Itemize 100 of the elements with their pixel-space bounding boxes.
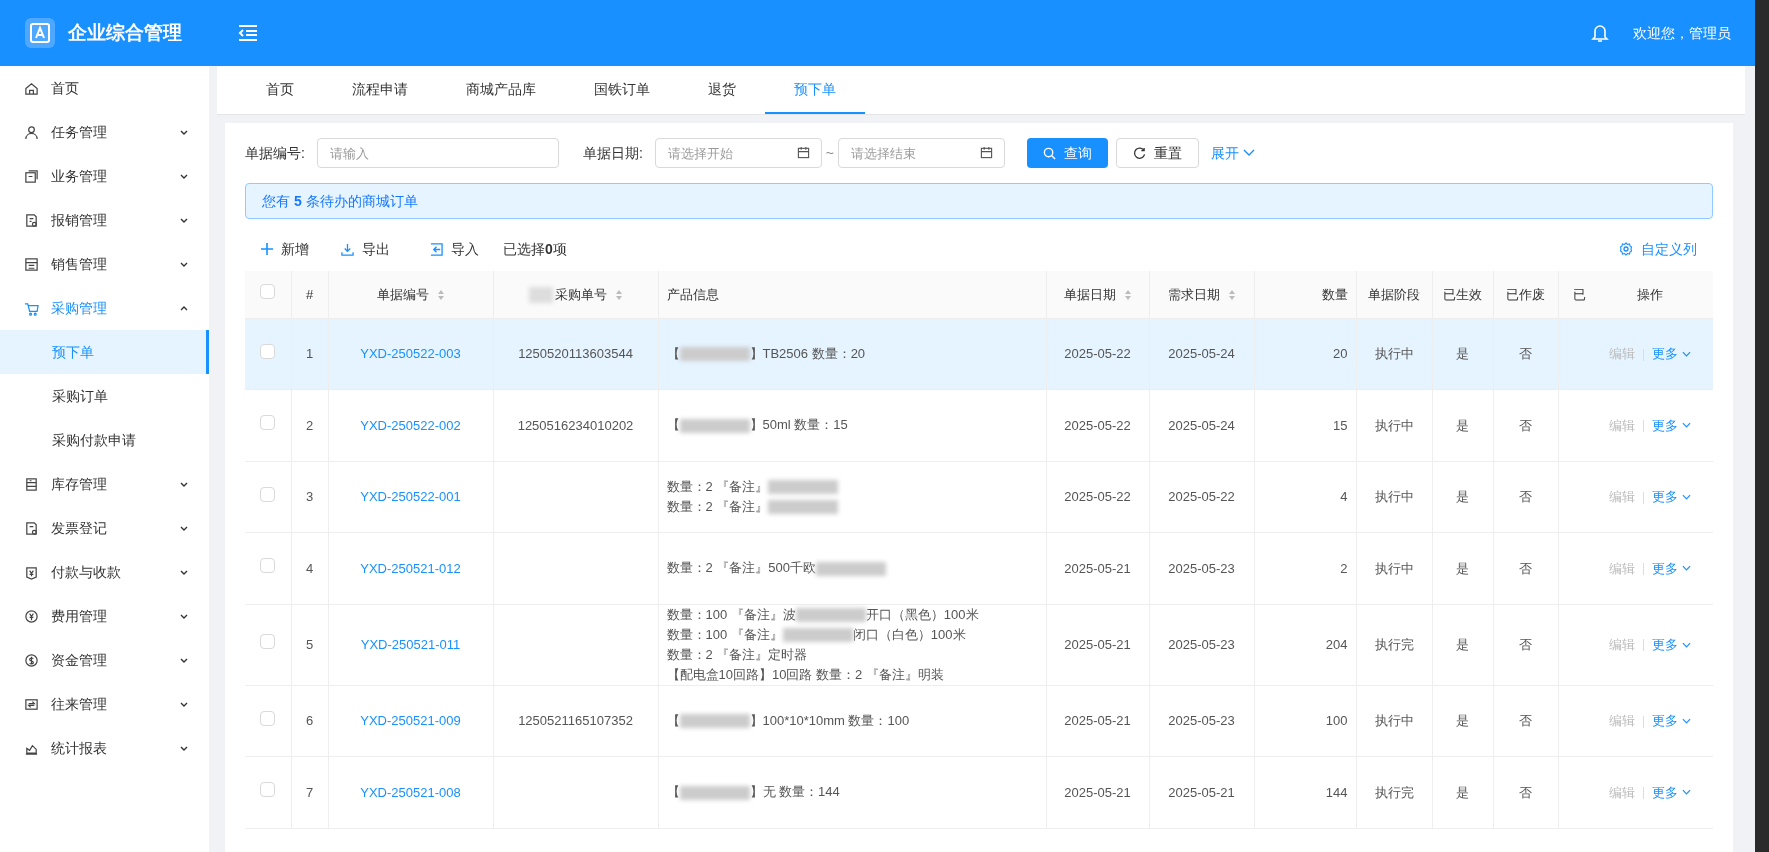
chevron-down-icon: [1681, 717, 1691, 724]
chevron-down-icon: [1681, 641, 1691, 648]
menu-icon: [24, 80, 39, 96]
sort-icon[interactable]: [1227, 289, 1236, 302]
sidebar-item[interactable]: 库存管理: [0, 462, 209, 506]
checkbox[interactable]: [260, 782, 276, 797]
app-title: 企业综合管理: [68, 20, 182, 45]
table-cell: 执行完: [1374, 784, 1414, 800]
chevron-down-icon: [1681, 493, 1691, 500]
tab[interactable]: 流程申请: [323, 66, 437, 114]
table-cell: 否: [1519, 417, 1532, 433]
plus-icon: [261, 243, 273, 255]
calendar-icon: [796, 146, 810, 159]
menu-fold-icon[interactable]: [237, 24, 259, 42]
reload-icon: [1132, 146, 1146, 160]
menu-icon: [24, 608, 39, 624]
table-cell: 144: [1325, 784, 1348, 800]
sort-icon[interactable]: [614, 289, 623, 302]
sidebar-item[interactable]: 往来管理: [0, 682, 209, 726]
sidebar-item[interactable]: 费用管理: [0, 594, 209, 638]
search-icon: [1042, 146, 1056, 160]
input-field[interactable]: 请输入: [316, 138, 559, 168]
column-header[interactable]: 单据阶段: [1368, 286, 1420, 302]
product-line: 数量：2 『备注』: [666, 496, 1046, 517]
table-cell: 执行中: [1374, 713, 1414, 728]
table-cell: 6: [305, 713, 314, 728]
column-header[interactable]: 单据日期: [1063, 286, 1132, 302]
table-row[interactable]: 1 YXD-250522-003 1250520113603544 【 】TB2506 数量：20 2025-05-22 2025-05-24 20 执行中 是 否 编辑 更多: [245, 318, 1713, 390]
table-cell: 否: [1519, 636, 1532, 652]
sidebar-item[interactable]: 任务管理: [0, 110, 209, 154]
table-cell: 2025-05-23: [1168, 560, 1235, 576]
column-header[interactable]: 已: [1572, 286, 1586, 302]
bell-icon[interactable]: [1591, 23, 1609, 43]
sort-icon[interactable]: [436, 289, 445, 302]
table-cell: 执行中: [1374, 489, 1414, 504]
table-cell: 204: [1325, 636, 1348, 652]
sidebar-item[interactable]: 付款与收款: [0, 550, 209, 594]
table-cell: 是: [1456, 489, 1469, 504]
table-cell: 2: [305, 417, 314, 433]
column-header[interactable]: #: [305, 286, 314, 302]
logo-icon: [24, 17, 56, 49]
sidebar-item[interactable]: 首页: [0, 66, 209, 110]
table-row[interactable]: 6 YXD-250521-009 1250521165107352 【 】100*10*10mm 数量：100 2025-05-21 2025-05-23 100 执行中 是 否 编辑 更多: [245, 685, 1713, 757]
sidebar-item[interactable]: 业务管理: [0, 154, 209, 198]
column-header[interactable]: 采购单号: [528, 286, 623, 302]
table-cell: 否: [1519, 346, 1532, 361]
table-cell: 2025-05-21: [1064, 713, 1131, 728]
sidebar-item[interactable]: 销售管理: [0, 242, 209, 286]
date-field[interactable]: 请选择结束: [837, 138, 1005, 168]
checkbox[interactable]: [260, 343, 276, 359]
table-cell: 是: [1456, 636, 1469, 652]
menu-icon: [24, 124, 39, 140]
checkbox[interactable]: [260, 710, 276, 726]
menu-icon: [24, 652, 39, 668]
column-header[interactable]: 数量: [1321, 286, 1348, 302]
table-row[interactable]: 5 YXD-250521-011 数量：100 『备注』波 开口（黑色）100米 数量：100 『备注』 闭口（白色）100米 数量：2 『备注』定时器 【配电盒10回路】10回路 数量：2 『备注』明装 2025-05-21 2025-05-23 204 执行完 是 否 编辑 更多: [245, 604, 1713, 685]
table-cell: 1: [305, 346, 314, 361]
submenu-item[interactable]: 采购订单: [0, 374, 209, 418]
checkbox[interactable]: [260, 284, 276, 299]
sidebar-item[interactable]: 资金管理: [0, 638, 209, 682]
sidebar-item[interactable]: 发票登记: [0, 506, 209, 550]
table-row[interactable]: 4 YXD-250521-012 数量：2 『备注』500千欧 2025-05-21 2025-05-23 2 执行中 是 否 编辑 更多: [245, 532, 1713, 604]
sort-icon[interactable]: [1123, 289, 1132, 302]
table-row[interactable]: 7 YXD-250521-008 【 】无 数量：144 2025-05-21 2025-05-21 144 执行完 是 否 编辑 更多: [245, 756, 1713, 828]
checkbox[interactable]: [260, 634, 276, 650]
column-header[interactable]: 已生效: [1443, 286, 1482, 302]
tab[interactable]: 国铁订单: [565, 66, 679, 114]
chevron-down-icon: [1681, 422, 1691, 429]
sidebar-item[interactable]: 报销管理: [0, 198, 209, 242]
table-cell: 2025-05-22: [1064, 417, 1131, 433]
table-row[interactable]: 2 YXD-250522-002 1250516234010202 【 】50ml 数量：15 2025-05-22 2025-05-24 15 执行中 是 否 编辑 更多: [245, 389, 1713, 461]
checkbox[interactable]: [260, 415, 276, 430]
import-button[interactable]: 导入: [430, 238, 479, 260]
submenu-item[interactable]: 采购付款申请: [0, 418, 209, 462]
date-field[interactable]: 请选择开始: [654, 138, 822, 168]
tab[interactable]: 商城产品库: [437, 66, 565, 114]
export-button[interactable]: 导出: [341, 238, 390, 260]
tab[interactable]: 退货: [679, 66, 765, 114]
table-row[interactable]: 3 YXD-250522-001 数量：2 『备注』 数量：2 『备注』 2025-05-22 2025-05-22 4 执行中 是 否 编辑 更多: [245, 461, 1713, 533]
column-header[interactable]: 需求日期: [1167, 286, 1236, 302]
add-button[interactable]: 新增: [261, 238, 309, 260]
column-header[interactable]: 单据编号: [376, 286, 445, 302]
table-cell: 4: [1340, 489, 1348, 504]
tab[interactable]: 首页: [237, 66, 323, 114]
table-cell: 2025-05-23: [1168, 636, 1235, 652]
import-icon: [430, 242, 443, 256]
checkbox[interactable]: [260, 558, 276, 573]
menu-icon: [24, 520, 39, 536]
column-header[interactable]: 操作: [1636, 286, 1663, 302]
column-header[interactable]: 产品信息: [666, 286, 719, 302]
table-cell: 执行完: [1374, 636, 1414, 652]
sidebar-item[interactable]: 统计报表: [0, 726, 209, 770]
table-cell: 执行中: [1374, 560, 1414, 576]
product-line: 【 】50ml 数量：15: [666, 416, 849, 435]
table-cell: 否: [1519, 784, 1532, 800]
product-line: 数量：2 『备注』定时器: [666, 645, 809, 664]
checkbox[interactable]: [260, 486, 276, 502]
reset-button[interactable]: 重置: [1115, 138, 1199, 168]
column-header[interactable]: 已作废: [1506, 286, 1545, 302]
table-cell: 4: [305, 560, 314, 576]
